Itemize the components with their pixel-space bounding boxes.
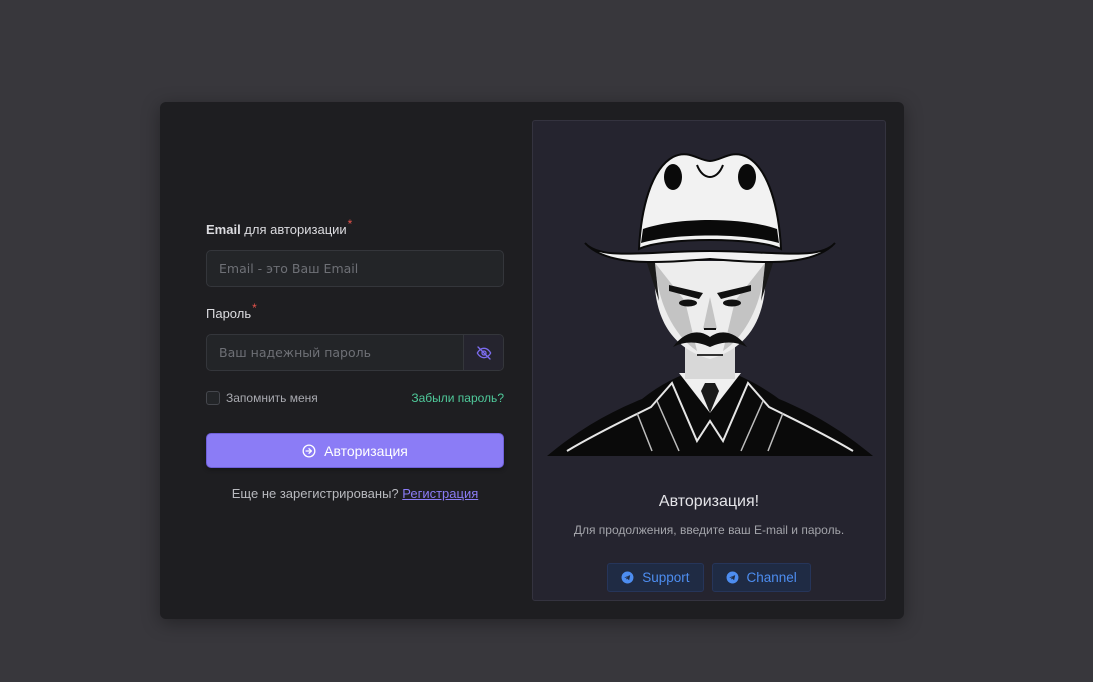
password-toggle-button[interactable] <box>463 335 503 370</box>
sign-in-icon <box>302 444 316 458</box>
remember-checkbox[interactable] <box>206 391 220 405</box>
email-label-rest: для авторизации <box>240 222 347 237</box>
email-label: Email для авторизации* <box>206 217 504 240</box>
register-row: Еще не зарегистрированы? Регистрация <box>206 486 504 501</box>
info-panel: Авторизация! Для продолжения, введите ва… <box>532 120 886 601</box>
channel-button[interactable]: Channel <box>711 563 811 592</box>
remember-checkbox-wrap[interactable]: Запомнить меня <box>206 391 318 405</box>
support-button[interactable]: Support <box>607 563 704 592</box>
email-label-bold: Email <box>206 222 241 237</box>
login-button[interactable]: Авторизация <box>206 433 504 468</box>
channel-button-label: Channel <box>746 570 797 585</box>
login-form: Email для авторизации* Пароль* Запомнить… <box>206 217 504 501</box>
telegram-icon <box>726 571 739 584</box>
forgot-password-link[interactable]: Забыли пароль? <box>411 391 504 405</box>
support-button-label: Support <box>642 570 690 585</box>
email-field[interactable] <box>207 251 503 286</box>
panel-subtitle: Для продолжения, введите ваш E-mail и па… <box>573 523 845 537</box>
remember-row: Запомнить меня Забыли пароль? <box>206 390 504 406</box>
login-card: Email для авторизации* Пароль* Запомнить… <box>160 102 904 619</box>
password-label-text: Пароль <box>206 306 252 321</box>
eye-off-icon <box>476 345 491 360</box>
login-button-label: Авторизация <box>324 442 408 459</box>
email-field-wrapper <box>206 250 504 287</box>
cowboy-illustration <box>547 153 873 456</box>
password-field-wrapper <box>206 334 504 371</box>
panel-links: Support Channel <box>533 563 885 592</box>
remember-label: Запомнить меня <box>226 391 318 405</box>
panel-title: Авторизация! <box>658 493 760 510</box>
required-mark: * <box>252 301 257 315</box>
required-mark: * <box>347 217 353 231</box>
no-account-text: Еще не зарегистрированы? <box>231 486 403 501</box>
password-label: Пароль* <box>206 301 504 324</box>
register-link[interactable]: Регистрация <box>402 486 478 501</box>
password-field[interactable] <box>207 335 463 370</box>
telegram-icon <box>621 571 634 584</box>
